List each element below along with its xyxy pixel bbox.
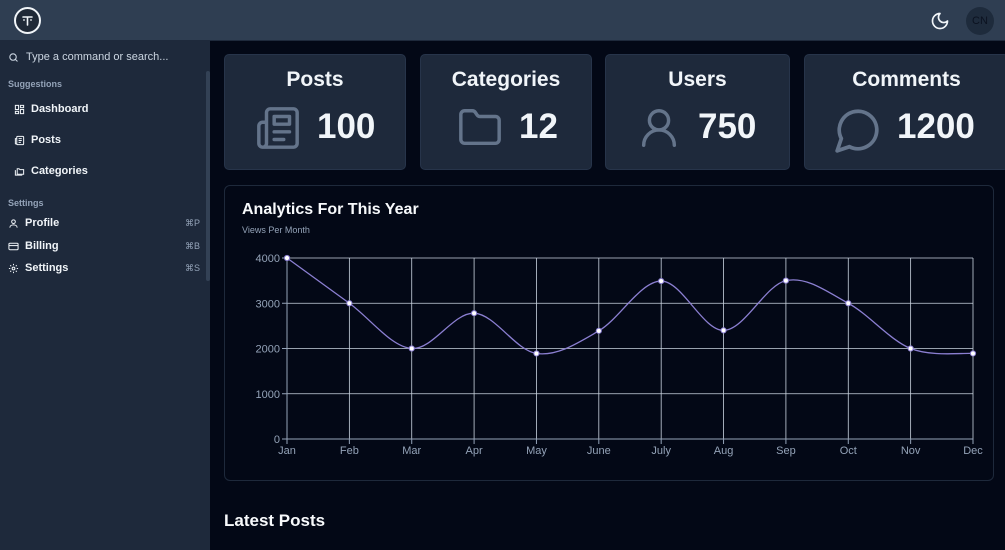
- gear-icon: [8, 263, 19, 274]
- suggestions-heading: Suggestions: [8, 79, 63, 89]
- shortcut-hint: ⌘S: [184, 262, 200, 273]
- y-tick-label: 1000: [256, 389, 280, 401]
- data-point: [720, 327, 727, 334]
- data-point: [595, 327, 602, 334]
- folders-icon: [14, 166, 25, 177]
- sidebar-item-categories[interactable]: Categories: [14, 161, 210, 181]
- x-tick-label: Sep: [776, 445, 796, 457]
- stat-card-categories: Categories 12: [420, 54, 592, 170]
- x-tick-label: July: [651, 445, 671, 457]
- data-point: [969, 350, 977, 357]
- stat-card-posts: Posts 100: [224, 54, 406, 170]
- stat-value: 12: [519, 107, 558, 146]
- sidebar-item-label: Profile: [25, 217, 60, 229]
- avatar-initials: CN: [972, 15, 988, 27]
- newspaper-icon: [14, 135, 25, 146]
- data-point: [907, 345, 914, 352]
- folder-icon: [455, 105, 505, 156]
- data-point: [533, 350, 540, 357]
- user-icon: [8, 218, 19, 229]
- x-tick-label: Dec: [963, 445, 983, 457]
- stat-label: Comments: [852, 68, 961, 91]
- message-circle-icon: [833, 105, 883, 160]
- latest-posts-heading: Latest Posts: [224, 511, 326, 530]
- top-bar: CN: [0, 0, 1005, 41]
- stat-card-comments: Comments 1200: [804, 54, 1005, 170]
- newspaper-icon: [255, 105, 301, 156]
- data-point: [470, 310, 478, 317]
- sidebar-item-posts[interactable]: Posts: [14, 130, 210, 150]
- sidebar-item-label: Dashboard: [31, 103, 89, 115]
- analytics-chart-card: Analytics For This Year Views Per Month …: [224, 185, 994, 481]
- user-icon: [636, 105, 682, 156]
- command-search-input[interactable]: [26, 51, 196, 63]
- y-tick-label: 4000: [256, 253, 280, 265]
- y-tick-label: 3000: [256, 298, 280, 310]
- sidebar-item-billing[interactable]: Billing ⌘B: [8, 236, 204, 256]
- sidebar-item-label: Categories: [31, 165, 88, 177]
- x-tick-label: Feb: [340, 445, 359, 457]
- line-chart: 01000200030004000Jan Feb Mar Apr May June July…: [256, 253, 984, 457]
- x-tick-label: Apr: [466, 445, 483, 457]
- x-tick-label: June: [587, 445, 611, 457]
- sidebar-item-label: Billing: [25, 240, 59, 252]
- stat-label: Posts: [286, 68, 344, 91]
- moon-icon[interactable]: [930, 11, 950, 31]
- x-tick-label: Mar: [402, 445, 421, 457]
- data-point: [346, 300, 353, 307]
- sidebar-item-label: Posts: [31, 134, 61, 146]
- x-tick-label: Jan: [278, 445, 296, 457]
- data-point: [408, 345, 415, 352]
- command-search[interactable]: [8, 49, 198, 65]
- x-tick-label: May: [526, 445, 547, 457]
- series-line: [286, 257, 974, 355]
- credit-card-icon: [8, 241, 19, 252]
- y-tick-label: 2000: [256, 344, 280, 356]
- shortcut-hint: ⌘P: [184, 217, 200, 228]
- brand-logo-icon[interactable]: [14, 7, 41, 34]
- sidebar-item-profile[interactable]: Profile ⌘P: [8, 213, 204, 233]
- shortcut-hint: ⌘B: [184, 240, 200, 251]
- sidebar-item-settings[interactable]: Settings ⌘S: [8, 258, 204, 278]
- stat-label: Users: [668, 68, 727, 91]
- settings-heading: Settings: [8, 198, 44, 208]
- stat-card-users: Users 750: [605, 54, 790, 170]
- sidebar-item-dashboard[interactable]: Dashboard: [14, 99, 210, 119]
- x-tick-label: Nov: [901, 445, 921, 457]
- data-point: [845, 300, 852, 307]
- data-point: [782, 277, 790, 284]
- stat-label: Categories: [451, 68, 561, 91]
- stat-value: 1200: [897, 107, 975, 146]
- sidebar: Suggestions Dashboard Posts Categories S…: [0, 41, 210, 550]
- stat-value: 100: [317, 107, 376, 146]
- data-point: [658, 277, 665, 285]
- main-content: Posts 100 Categories 12 Users 750 Commen…: [210, 41, 1005, 550]
- data-point: [283, 254, 291, 262]
- search-icon: [8, 52, 19, 63]
- x-tick-label: Aug: [714, 445, 734, 457]
- sidebar-item-label: Settings: [25, 262, 69, 274]
- dashboard-icon: [14, 104, 25, 115]
- x-tick-label: Oct: [840, 445, 857, 457]
- stat-value: 750: [698, 107, 757, 146]
- avatar[interactable]: CN: [966, 7, 994, 35]
